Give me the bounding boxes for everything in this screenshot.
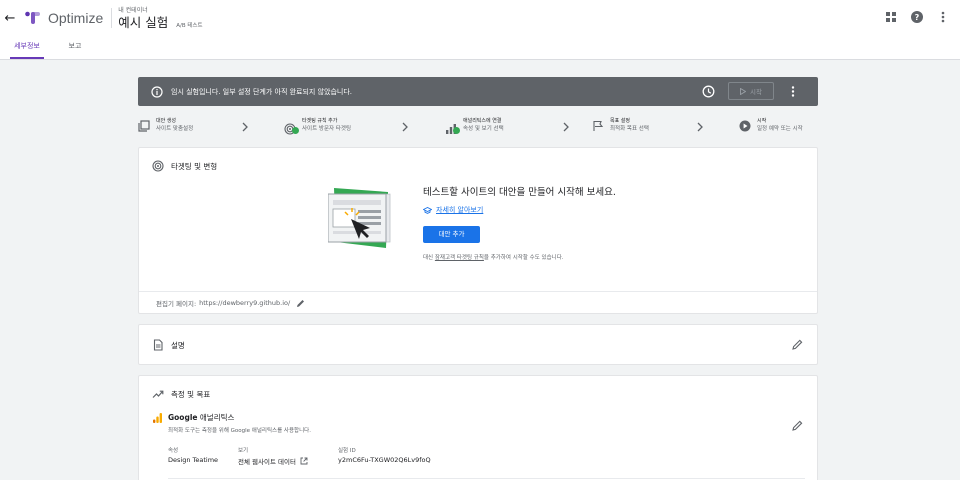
analytics-description: 최적화 도구는 측정을 위해 Google 애널리틱스를 사용합니다. [168, 428, 311, 434]
alternative-hint: 대신 잠재고객 타겟팅 규칙을 추가하여 시작할 수도 있습니다. [423, 253, 616, 261]
analytics-title: Google 애널리틱스 [168, 412, 234, 423]
variant-illustration [328, 188, 391, 248]
setup-stepper: 대안 생성 사이트 맞춤설정 타겟팅 규칙 추가 사이트 방문자 타겟팅 애널리… [138, 118, 822, 140]
chevron-right-icon [242, 122, 248, 132]
empty-state-heading: 테스트할 사이트의 대안을 만들어 시작해 보세요. [423, 187, 616, 198]
analytics-icon [445, 120, 460, 134]
view-value[interactable]: 전체 웹사이트 데이터 [238, 456, 308, 466]
targeting-variants-card: 타겟팅 및 변형 테스트할 사이트의 대안을 만들어 시작해 보세요. 자세히 … [138, 147, 818, 314]
chevron-right-icon [697, 122, 703, 132]
page-title: 예시 실험 [118, 14, 169, 30]
banner-message: 임시 실험입니다. 일부 설정 단계가 아직 완료되지 않았습니다. [171, 87, 353, 96]
editor-page-label: 편집기 페이지: [156, 300, 197, 308]
view-label: 보기 [238, 448, 249, 454]
experiment-id-label: 실험 ID [338, 448, 356, 454]
optimize-logo-icon [25, 11, 40, 24]
edit-pencil-icon[interactable] [792, 339, 803, 350]
google-analytics-row: Google 애널리틱스 [153, 412, 234, 423]
description-icon [153, 339, 163, 351]
play-circle-icon [739, 120, 751, 132]
step-link-analytics[interactable]: 애널리틱스에 연결 속성 및 보기 선택 [445, 118, 504, 134]
draft-status-banner: 임시 실험입니다. 일부 설정 단계가 아직 완료되지 않았습니다. 시작 [138, 77, 818, 106]
step-subtitle: 사이트 맞춤설정 [156, 126, 194, 132]
flag-icon [593, 120, 604, 131]
optimize-logo: Optimize [25, 10, 103, 26]
analytics-brand: Google [168, 413, 198, 422]
chevron-right-icon [563, 122, 569, 132]
editor-page-row: 편집기 페이지: https://dewberry9.github.io/ [139, 291, 817, 314]
back-arrow-icon[interactable]: ← [1, 11, 19, 26]
play-icon [740, 87, 747, 95]
card-title: 설명 [171, 340, 185, 350]
schedule-clock-icon[interactable] [702, 85, 715, 98]
step-title: 애널리틱스에 연결 [463, 118, 502, 124]
edit-pencil-icon[interactable] [296, 299, 305, 308]
step-subtitle: 일정 예약 또는 시작 [757, 126, 803, 132]
svg-text:?: ? [915, 13, 920, 22]
property-value: Design Teatime [168, 456, 219, 464]
step-targeting-rules[interactable]: 타겟팅 규칙 추가 사이트 방문자 타겟팅 [284, 118, 352, 135]
start-button[interactable]: 시작 [728, 82, 774, 100]
card-title: 측정 및 목표 [171, 389, 211, 399]
step-start[interactable]: 시작 일정 예약 또는 시작 [739, 118, 803, 133]
variants-icon [138, 120, 150, 132]
step-create-variants[interactable]: 대안 생성 사이트 맞춤설정 [138, 118, 193, 133]
targeting-icon [284, 120, 299, 135]
step-set-goals[interactable]: 목표 설정 최적화 목표 선택 [592, 118, 649, 133]
measurement-goals-card: 측정 및 목표 Google 애널리틱스 최적화 도구는 측정을 위해 Goog… [138, 375, 818, 480]
completed-check-icon [453, 127, 460, 134]
breadcrumb: 내 컨테이너 예시 실험 A/B 테스트 [118, 7, 202, 30]
start-button-label: 시작 [750, 88, 762, 96]
apps-grid-icon[interactable] [884, 10, 898, 24]
tab-bar: 세부정보 보고 [0, 36, 960, 60]
property-label: 속성 [168, 448, 179, 454]
more-vert-icon[interactable] [936, 10, 950, 24]
experiment-type-label: A/B 테스트 [176, 22, 203, 29]
top-app-bar: ← Optimize 내 컨테이너 예시 실험 A/B 테스트 ? [0, 0, 960, 36]
trending-up-icon [152, 390, 164, 398]
tab-reports[interactable]: 보고 [62, 36, 88, 60]
step-subtitle: 최적화 목표 선택 [610, 126, 649, 132]
learn-more-text[interactable]: 자세히 알아보기 [436, 205, 483, 215]
step-title: 타겟팅 규칙 추가 [302, 118, 338, 124]
step-title: 대안 생성 [156, 118, 176, 124]
open-in-new-icon[interactable] [300, 457, 308, 465]
chevron-right-icon [402, 122, 408, 132]
description-card[interactable]: 설명 [138, 324, 818, 365]
alt-prefix: 대신 [423, 255, 434, 261]
audience-targeting-link[interactable]: 잠재고객 타겟팅 규칙 [435, 255, 484, 261]
card-title: 타겟팅 및 변형 [171, 161, 218, 171]
banner-more-vert-icon[interactable] [788, 85, 798, 98]
info-icon [151, 85, 163, 98]
step-title: 목표 설정 [610, 118, 630, 124]
tab-details[interactable]: 세부정보 [10, 36, 44, 60]
experiment-id-value: y2mC6Fu-TXGW02Q6Lv9foQ [338, 456, 431, 464]
step-subtitle: 사이트 방문자 타겟팅 [302, 126, 352, 132]
targeting-icon [152, 160, 164, 172]
view-value-text[interactable]: 전체 웹사이트 데이터 [238, 456, 296, 466]
help-icon[interactable]: ? [910, 10, 924, 24]
step-subtitle: 속성 및 보기 선택 [463, 126, 504, 132]
header-divider [111, 8, 113, 28]
analytics-name: 애널리틱스 [199, 413, 235, 422]
section-divider [168, 478, 805, 479]
learn-more-link[interactable]: 자세히 알아보기 [423, 205, 616, 215]
school-icon [423, 206, 432, 214]
step-title: 시작 [757, 118, 767, 124]
container-name[interactable]: 내 컨테이너 [118, 7, 202, 15]
edit-pencil-icon[interactable] [792, 420, 803, 431]
editor-page-url: https://dewberry9.github.io/ [199, 299, 291, 307]
alt-suffix: 을 추가하여 시작할 수도 있습니다. [483, 255, 564, 261]
add-variant-button[interactable]: 대안 추가 [423, 226, 480, 243]
completed-check-icon [292, 127, 299, 134]
app-name: Optimize [48, 10, 104, 26]
google-analytics-icon [153, 412, 162, 423]
